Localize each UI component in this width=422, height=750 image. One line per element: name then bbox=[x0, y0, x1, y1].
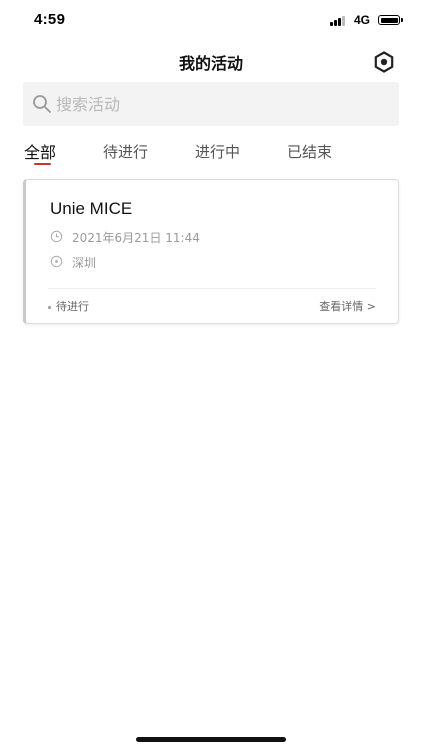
view-details-link[interactable]: 查看详情 > bbox=[319, 298, 376, 314]
network-label: 4G bbox=[354, 13, 371, 27]
location-pin-icon bbox=[50, 255, 63, 268]
activity-card[interactable]: Unie MICE 2021年6月21日 11:44 深圳 待进行 查看详情 > bbox=[23, 179, 399, 324]
status-dot-icon bbox=[48, 305, 51, 309]
search-icon bbox=[32, 94, 52, 114]
activity-status-text: 待进行 bbox=[56, 300, 89, 313]
clock-icon bbox=[50, 230, 63, 243]
tab-active-indicator bbox=[34, 163, 51, 165]
tab-all[interactable]: 全部 bbox=[24, 139, 56, 163]
tab-pending[interactable]: 待进行 bbox=[103, 141, 148, 162]
status-time: 4:59 bbox=[34, 11, 66, 28]
page-title: 我的活动 bbox=[178, 54, 243, 73]
home-indicator[interactable] bbox=[136, 737, 286, 742]
tab-in-progress[interactable]: 进行中 bbox=[195, 141, 240, 162]
activity-status: 待进行 bbox=[48, 298, 89, 314]
search-input[interactable] bbox=[56, 82, 386, 126]
search-bar[interactable] bbox=[23, 82, 399, 126]
activity-title: Unie MICE bbox=[50, 199, 133, 218]
battery-icon bbox=[378, 15, 400, 25]
signal-icon bbox=[330, 16, 348, 26]
tab-ended[interactable]: 已结束 bbox=[287, 141, 332, 162]
card-divider bbox=[48, 288, 376, 289]
activity-location: 深圳 bbox=[72, 256, 97, 270]
activity-datetime: 2021年6月21日 11:44 bbox=[72, 231, 200, 245]
gear-icon[interactable] bbox=[372, 50, 396, 74]
status-bar: 4:59 4G bbox=[0, 0, 422, 44]
battery-cap bbox=[401, 18, 403, 22]
